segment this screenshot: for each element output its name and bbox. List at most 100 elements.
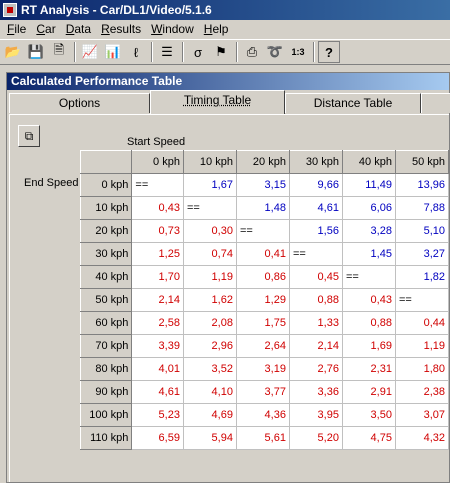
table-cell[interactable]: 1,75 xyxy=(235,311,290,335)
table-cell[interactable]: 5,94 xyxy=(182,426,237,450)
table-cell[interactable]: 2,31 xyxy=(341,357,396,381)
table-cell[interactable]: 2,58 xyxy=(131,311,184,335)
sigma-icon[interactable]: σ xyxy=(187,41,209,63)
table-cell[interactable]: 2,38 xyxy=(394,380,450,404)
table-cell[interactable]: 5,61 xyxy=(235,426,290,450)
print-icon[interactable]: ⎙ xyxy=(241,41,263,63)
table-cell[interactable]: 1,48 xyxy=(235,196,290,220)
table-cell[interactable]: 1,19 xyxy=(182,265,237,289)
toolbar: 📂 💾 🗎 📈 📊 ℓ ☰ σ ⚑ ⎙ ➰ 1:3 ? xyxy=(0,39,450,65)
table-cell[interactable]: 6,59 xyxy=(131,426,184,450)
table-cell[interactable]: 3,19 xyxy=(235,357,290,381)
table-cell[interactable]: == xyxy=(235,219,290,243)
table-cell[interactable]: 1,19 xyxy=(394,334,450,358)
table-cell[interactable]: 4,61 xyxy=(131,380,184,404)
table-cell[interactable]: == xyxy=(288,242,343,266)
table-cell[interactable]: == xyxy=(131,173,184,197)
table-cell[interactable]: 1,67 xyxy=(182,173,237,197)
list-icon[interactable]: ☰ xyxy=(156,41,178,63)
menu-car[interactable]: Car xyxy=(31,22,60,36)
table-cell[interactable]: 4,75 xyxy=(341,426,396,450)
table-cell[interactable]: 1,33 xyxy=(288,311,343,335)
save-icon[interactable]: 💾 xyxy=(25,41,47,63)
table-cell[interactable]: 0,88 xyxy=(341,311,396,335)
table-cell[interactable]: 0,74 xyxy=(182,242,237,266)
table-cell[interactable]: 3,95 xyxy=(288,403,343,427)
table-cell[interactable]: 5,10 xyxy=(394,219,450,243)
title-bar: RT Analysis - Car/DL1/Video/5.1.6 xyxy=(0,0,450,20)
table-cell[interactable]: 1,82 xyxy=(394,265,450,289)
table-cell[interactable]: 1,56 xyxy=(288,219,343,243)
table-cell[interactable]: 0,44 xyxy=(394,311,450,335)
table-cell[interactable]: 3,52 xyxy=(182,357,237,381)
copy-icon[interactable]: ⧉ xyxy=(18,125,40,147)
table-cell[interactable]: 3,50 xyxy=(341,403,396,427)
table-cell[interactable]: == xyxy=(394,288,450,312)
table-cell[interactable]: 2,96 xyxy=(182,334,237,358)
table-cell[interactable]: 0,41 xyxy=(235,242,290,266)
graph-icon[interactable]: 📈 xyxy=(79,41,101,63)
table-cell[interactable]: 0,88 xyxy=(288,288,343,312)
menu-data[interactable]: Data xyxy=(61,22,96,36)
table-cell[interactable]: 3,39 xyxy=(131,334,184,358)
tab-distance-table[interactable]: Distance Table xyxy=(285,93,421,113)
table-cell[interactable]: 2,64 xyxy=(235,334,290,358)
table-cell[interactable]: 3,77 xyxy=(235,380,290,404)
table-cell[interactable]: 0,43 xyxy=(131,196,184,220)
menu-file[interactable]: File xyxy=(2,22,31,36)
table-cell[interactable]: 4,01 xyxy=(131,357,184,381)
table-cell[interactable]: 5,20 xyxy=(288,426,343,450)
table-cell[interactable]: 11,49 xyxy=(341,173,396,197)
table-cell[interactable]: 9,66 xyxy=(288,173,343,197)
menu-help[interactable]: Help xyxy=(199,22,234,36)
menu-results[interactable]: Results xyxy=(96,22,146,36)
table-cell[interactable]: 4,69 xyxy=(182,403,237,427)
table-cell[interactable]: 3,15 xyxy=(235,173,290,197)
table-cell[interactable]: 3,27 xyxy=(394,242,450,266)
lap-icon[interactable]: ℓ xyxy=(125,41,147,63)
table-cell[interactable]: == xyxy=(341,265,396,289)
tab-overflow[interactable] xyxy=(421,93,450,113)
tab-timing-table[interactable]: Timing Table xyxy=(150,90,285,114)
table-cell[interactable]: 4,32 xyxy=(394,426,450,450)
table-cell[interactable]: 1,29 xyxy=(235,288,290,312)
table-cell[interactable]: 2,14 xyxy=(131,288,184,312)
table-cell[interactable]: 0,43 xyxy=(341,288,396,312)
table-cell[interactable]: 1,25 xyxy=(131,242,184,266)
toolbar-separator xyxy=(236,42,238,62)
table-cell[interactable]: 1,80 xyxy=(394,357,450,381)
table-cell[interactable]: 1,62 xyxy=(182,288,237,312)
menu-window[interactable]: Window xyxy=(146,22,199,36)
track-icon[interactable]: ➰ xyxy=(264,41,286,63)
table-cell[interactable]: 5,23 xyxy=(131,403,184,427)
table-cell[interactable]: 3,07 xyxy=(394,403,450,427)
table-cell[interactable]: 4,10 xyxy=(182,380,237,404)
table-cell[interactable]: == xyxy=(182,196,237,220)
table-cell[interactable]: 2,76 xyxy=(288,357,343,381)
table-cell[interactable]: 4,36 xyxy=(235,403,290,427)
help-icon[interactable]: ? xyxy=(318,41,340,63)
table-cell[interactable]: 0,73 xyxy=(131,219,184,243)
table-cell[interactable]: 1,45 xyxy=(341,242,396,266)
finish-flag-icon[interactable]: ⚑ xyxy=(210,41,232,63)
bar-chart-icon[interactable]: 📊 xyxy=(102,41,124,63)
table-cell[interactable]: 6,06 xyxy=(341,196,396,220)
table-cell[interactable]: 2,08 xyxy=(182,311,237,335)
table-cell[interactable]: 3,28 xyxy=(341,219,396,243)
table-cell[interactable]: 0,30 xyxy=(182,219,237,243)
table-cell[interactable]: 7,88 xyxy=(394,196,450,220)
table-cell[interactable]: 0,45 xyxy=(288,265,343,289)
table-cell[interactable]: 1,69 xyxy=(341,334,396,358)
tab-options[interactable]: Options xyxy=(9,93,150,113)
table-cell[interactable]: 2,91 xyxy=(341,380,396,404)
table-cell[interactable]: 3,36 xyxy=(288,380,343,404)
table-cell[interactable]: 13,96 xyxy=(394,173,450,197)
open-folder-icon[interactable]: 📂 xyxy=(2,41,24,63)
table-cell[interactable]: 2,14 xyxy=(288,334,343,358)
table-cell[interactable]: 0,86 xyxy=(235,265,290,289)
table-cell[interactable]: 1,70 xyxy=(131,265,184,289)
table-cell[interactable]: 4,61 xyxy=(288,196,343,220)
table-number-icon[interactable]: 1:3 xyxy=(287,41,309,63)
timing-table-body: ⧉ Start Speed End Speed 0 kph 10 kph 20 kp… xyxy=(9,114,450,482)
save-as-icon[interactable]: 🗎 xyxy=(48,41,70,63)
